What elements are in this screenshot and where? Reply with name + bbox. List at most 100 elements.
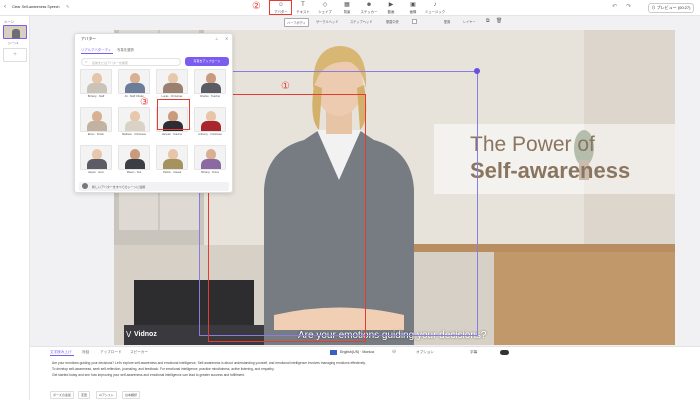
script-line: To develop self-awareness, seek self-ref… xyxy=(52,367,275,371)
headline-line-1[interactable]: The Power of xyxy=(470,133,595,157)
script-line: Are your emotions guiding your decisions… xyxy=(52,361,366,365)
avatar-name: Harper · Hoor xyxy=(88,171,104,174)
apply-all-text: 新しいアバターをすべてのシーンに適用 xyxy=(92,184,146,189)
add-scene-button[interactable]: + xyxy=(3,48,27,62)
step-head-button[interactable]: ステップヘッド xyxy=(350,19,372,24)
avatar-thumbnail[interactable] xyxy=(156,69,188,94)
upload-photo-button[interactable]: 写真をアップロード xyxy=(185,57,229,66)
music-icon: ♪ xyxy=(433,2,437,8)
tool-video[interactable]: ▶ 動画 xyxy=(380,1,402,15)
undo-icon[interactable]: ↶ xyxy=(612,3,617,10)
sticker-icon: ☻ xyxy=(365,2,373,8)
script-line: Get started today and see how improving … xyxy=(52,373,245,377)
scene-thumbnail-1[interactable] xyxy=(3,25,27,39)
us-flag-icon xyxy=(330,350,337,355)
tool-background[interactable]: ▦ 背景 xyxy=(336,1,358,15)
annotation-box-selected-avatar xyxy=(157,99,190,130)
tool-music[interactable]: ♪ ミュージック xyxy=(424,1,446,15)
ai-assist-button[interactable]: AIアシスト xyxy=(96,391,117,399)
add-pause-button[interactable]: ポーズの追加 xyxy=(50,391,74,399)
resize-handle[interactable] xyxy=(474,68,480,74)
voice-settings-icon[interactable]: ⊖ xyxy=(392,349,396,355)
app-window: ‹ Clear Self-awareness Speech ✎ ② ☺ アバター … xyxy=(0,0,700,400)
avatar-name: Mason · Suit xyxy=(126,171,142,174)
text-icon: T xyxy=(301,2,305,8)
avatar-name: Anthony · Christmas xyxy=(198,133,222,136)
watermark: Vidnoz xyxy=(134,331,157,338)
back-icon[interactable]: ‹ xyxy=(4,4,6,10)
script-panel: 文字読み上げ 対話 アップロード スピーカー English(US) · Mon… xyxy=(30,346,700,400)
tab-speaker[interactable]: スピーカー xyxy=(130,350,148,355)
subtitle-label: 字幕 xyxy=(470,350,478,354)
subtitle-toggle[interactable] xyxy=(500,350,509,355)
tab-dialogue[interactable]: 対話 xyxy=(82,350,89,355)
annotation-2: ② xyxy=(252,1,261,12)
apply-all-toggle[interactable] xyxy=(82,183,88,189)
bottom-tab-underline xyxy=(50,355,74,356)
avatar-thumbnail[interactable] xyxy=(118,107,150,132)
scene-1-label: シーン1 xyxy=(8,41,19,45)
avatar-name: Elmer · Kristin xyxy=(87,133,105,136)
avatar-panel: アバター ⊥ ✕ リアルアバターディ 写真を選択 ○ 名前またはアバターを検索 … xyxy=(74,33,233,193)
shape-icon: ◇ xyxy=(322,2,328,8)
video-icon: ▶ xyxy=(388,2,394,8)
tab-real-avatar[interactable]: リアルアバターディ xyxy=(81,47,111,52)
avatar-thumbnail[interactable] xyxy=(194,69,226,94)
pin-icon[interactable]: ⊥ xyxy=(215,36,218,41)
avatar-name: Brittany · Dress xyxy=(201,171,219,174)
delete-icon[interactable]: 🗑 xyxy=(496,18,502,24)
close-icon[interactable]: ✕ xyxy=(225,36,228,41)
script-translate-button[interactable]: 台本翻訳 xyxy=(122,391,141,399)
half-body-button[interactable]: ハーフボディ xyxy=(284,18,309,27)
change-button[interactable]: 変更 xyxy=(78,391,91,399)
avatar-name: Charles · Teacher xyxy=(199,95,221,98)
apply-all-bar: 新しいアバターをすべてのシーンに適用 xyxy=(79,182,229,191)
annotation-1: ① xyxy=(281,81,290,92)
tool-avatar[interactable]: ☺ アバター xyxy=(270,1,292,15)
layer-button[interactable]: レイヤー xyxy=(463,19,476,24)
project-title[interactable]: Clear Self-awareness Speech xyxy=(12,5,60,9)
avatar-thumbnail[interactable] xyxy=(118,69,150,94)
tab-photo-select[interactable]: 写真を選択 xyxy=(117,47,134,52)
color-swatch[interactable] xyxy=(412,19,417,24)
preview-button[interactable]: ⊙ プレビュー (00:27) xyxy=(648,3,694,13)
avatar-thumbnail[interactable] xyxy=(118,145,150,170)
avatar-name: Lucas · Christmas xyxy=(161,95,183,98)
search-icon: ○ xyxy=(85,59,88,64)
avatar-name: Brittany · Staff xyxy=(87,95,105,98)
avatar-thumbnail[interactable] xyxy=(194,145,226,170)
avatar-thumbnail[interactable] xyxy=(156,145,188,170)
active-tab-underline xyxy=(81,53,113,54)
annotation-3: ③ xyxy=(140,97,149,108)
avatar-search-input[interactable]: ○ 名前またはアバターを検索 xyxy=(81,58,181,66)
tool-sticker[interactable]: ☻ ステッカー xyxy=(358,1,380,15)
tab-upload[interactable]: アップロード xyxy=(100,350,122,355)
tool-shape[interactable]: ◇ シェイプ xyxy=(314,1,336,15)
image-icon: ▣ xyxy=(410,2,416,8)
avatar-thumbnail[interactable] xyxy=(80,145,112,170)
search-placeholder: 名前またはアバターを検索 xyxy=(92,60,128,65)
arrange-button[interactable]: 配置 xyxy=(444,19,450,24)
tool-text[interactable]: T テキスト xyxy=(292,1,314,15)
avatar-name: Patrick · Casual xyxy=(162,171,182,174)
avatar-thumbnail[interactable] xyxy=(80,69,112,94)
vertical-center-button[interactable]: 垂直中央 xyxy=(386,19,399,24)
headline-line-2[interactable]: Self-awareness xyxy=(470,158,630,184)
tool-image[interactable]: ▣ 画像 xyxy=(402,1,424,15)
scenes-label: シーン xyxy=(4,20,15,24)
avatar-name: Hannah · Teacher xyxy=(161,133,183,136)
circle-head-button[interactable]: サークルヘッド xyxy=(316,19,338,24)
avatar-icon: ☺ xyxy=(277,2,285,8)
avatar-thumbnail[interactable] xyxy=(194,107,226,132)
voice-select[interactable]: English(US) · Monica xyxy=(340,350,374,354)
options-button[interactable]: オプション xyxy=(416,350,434,355)
background-icon: ▦ xyxy=(344,2,350,8)
vidnoz-logo: V xyxy=(126,330,132,339)
redo-icon[interactable]: ↷ xyxy=(626,3,631,10)
avatar-thumbnail[interactable] xyxy=(80,107,112,132)
copy-icon[interactable]: ⧉ xyxy=(486,18,490,24)
edit-title-icon[interactable]: ✎ xyxy=(66,4,69,9)
avatar-name: Madison · Christmas xyxy=(122,133,146,136)
scene-rail: シーン シーン1 + ■ xyxy=(0,16,30,400)
avatar-panel-title: アバター xyxy=(81,37,97,41)
